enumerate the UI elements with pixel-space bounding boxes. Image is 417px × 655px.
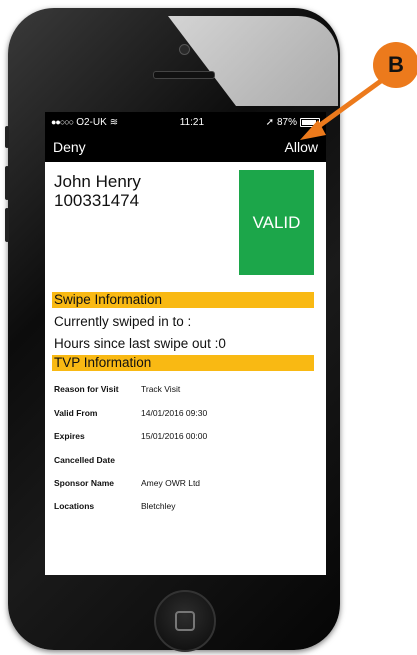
annotation-arrow: [300, 75, 388, 140]
annotation-label: B: [388, 52, 404, 77]
annotation-marker: B: [373, 42, 417, 88]
arrow-shaft: [309, 75, 388, 134]
